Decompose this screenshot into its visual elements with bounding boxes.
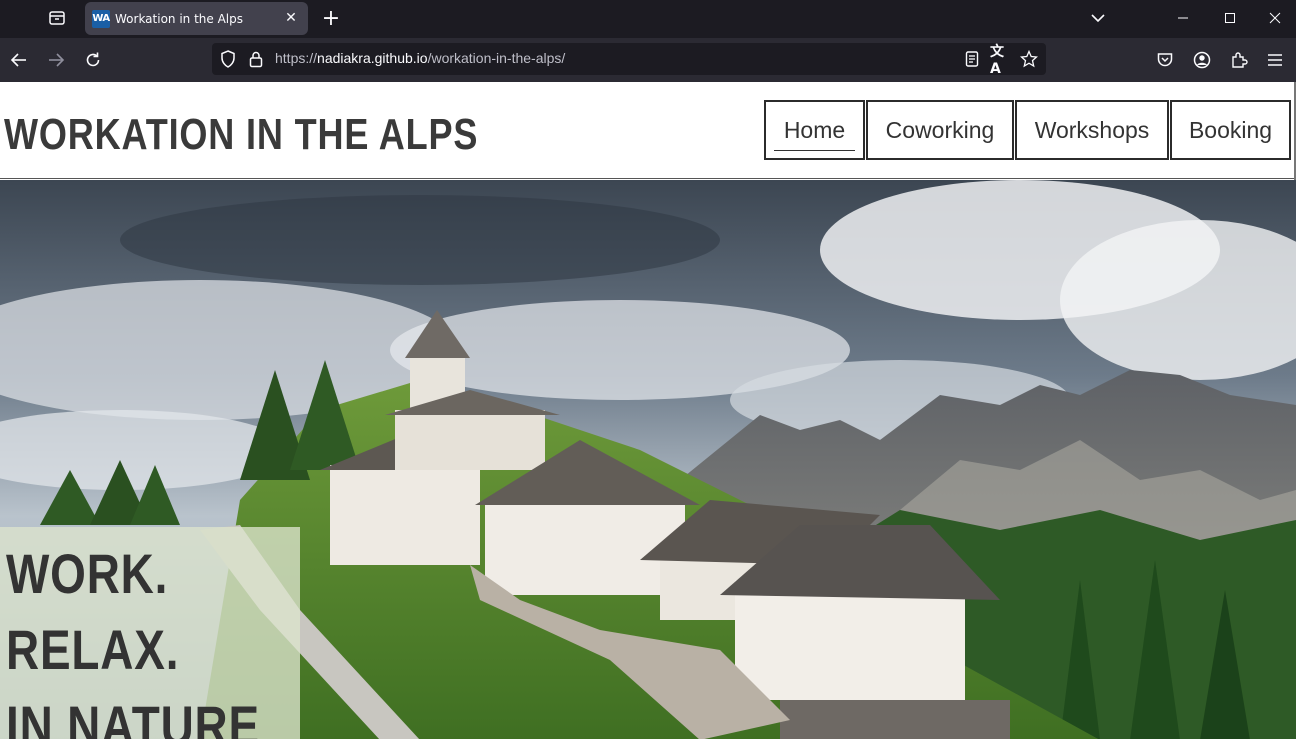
forward-arrow-icon[interactable] — [42, 46, 70, 74]
url-host: nadiakra.github.io — [317, 50, 428, 66]
window-maximize-button[interactable] — [1207, 0, 1253, 36]
extensions-icon[interactable] — [1225, 46, 1253, 74]
tab-list-icon[interactable] — [42, 4, 72, 32]
web-page: WORKATION IN THE ALPS Home Coworking Wor… — [0, 82, 1296, 739]
window-minimize-button[interactable] — [1160, 0, 1206, 36]
url-path: /workation-in-the-alps/ — [427, 50, 566, 66]
nav-workshops-link[interactable]: Workshops — [1015, 100, 1169, 160]
hero-tagline-panel: WORK. RELAX. IN NATURE — [0, 527, 300, 739]
bookmark-star-icon[interactable] — [1019, 49, 1039, 69]
browser-tab-strip: WA Workation in the Alps ✕ + — [0, 0, 1296, 38]
pocket-icon[interactable] — [1151, 46, 1179, 74]
browser-toolbar: https://nadiakra.github.io/workation-in-… — [0, 38, 1296, 82]
chevron-down-icon[interactable] — [1086, 6, 1110, 30]
reader-view-icon[interactable] — [962, 49, 982, 69]
account-icon[interactable] — [1188, 46, 1216, 74]
shield-icon[interactable] — [218, 49, 238, 69]
reload-icon[interactable] — [79, 46, 107, 74]
tagline-line-2: RELAX. — [6, 618, 180, 681]
nav-home-link[interactable]: Home — [764, 100, 865, 160]
main-navigation: Home Coworking Workshops Booking — [764, 100, 1292, 160]
url-scheme: https:// — [275, 50, 318, 66]
url-text[interactable]: https://nadiakra.github.io/workation-in-… — [275, 50, 565, 66]
site-favicon-icon: WA — [92, 9, 110, 28]
back-arrow-icon[interactable] — [5, 46, 33, 74]
translate-icon[interactable]: 文A — [990, 44, 1010, 77]
tab-close-icon[interactable]: ✕ — [282, 9, 300, 27]
site-logo[interactable]: WORKATION IN THE ALPS — [4, 110, 478, 160]
tagline-line-3: IN NATURE — [6, 694, 260, 739]
nav-booking-link[interactable]: Booking — [1170, 100, 1291, 160]
site-header: WORKATION IN THE ALPS Home Coworking Wor… — [0, 82, 1296, 179]
hero-section: WORK. RELAX. IN NATURE — [0, 180, 1296, 739]
tab-title: Workation in the Alps — [115, 11, 244, 26]
window-close-button[interactable] — [1252, 0, 1296, 36]
address-bar[interactable]: https://nadiakra.github.io/workation-in-… — [212, 43, 1046, 77]
tagline-line-1: WORK. — [6, 542, 169, 605]
new-tab-button[interactable]: + — [318, 4, 344, 32]
browser-tab-active[interactable]: WA Workation in the Alps ✕ — [85, 2, 308, 35]
nav-coworking-link[interactable]: Coworking — [866, 100, 1014, 160]
lock-icon[interactable] — [246, 49, 266, 69]
menu-hamburger-icon[interactable] — [1261, 46, 1289, 74]
